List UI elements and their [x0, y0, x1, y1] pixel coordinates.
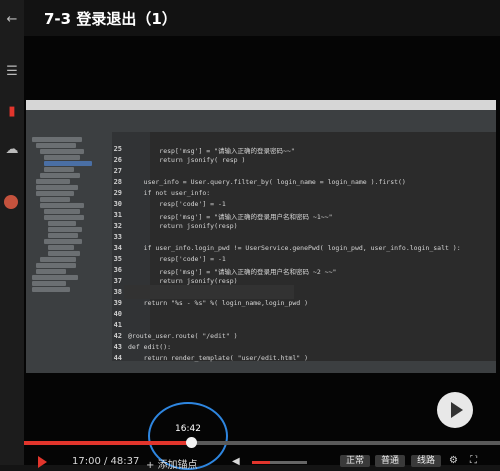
- code-line: resp['msg'] = "请输入正确的登录用户名和密码 ~1~~": [128, 213, 333, 221]
- add-point-button[interactable]: + 添加锚点: [146, 456, 198, 471]
- fullscreen-icon[interactable]: ⛶: [470, 455, 477, 466]
- ide-titlebar: [26, 100, 496, 110]
- line-number: 26: [113, 156, 122, 164]
- ide-window: [26, 100, 496, 373]
- settings-icon[interactable]: ⚙: [449, 455, 458, 466]
- line-number: 36: [113, 266, 122, 274]
- quality-button[interactable]: 普通: [375, 455, 406, 467]
- menu-icon[interactable]: ☰: [4, 64, 20, 79]
- volume-icon[interactable]: ◀: [232, 456, 240, 467]
- code-line: return jsonify(resp): [128, 277, 238, 285]
- back-arrow-icon[interactable]: ←: [4, 12, 20, 27]
- line-number: 25: [113, 145, 122, 153]
- progress-knob[interactable]: [185, 437, 197, 448]
- play-icon[interactable]: [38, 456, 47, 468]
- line-number: 39: [113, 299, 122, 307]
- ide-toolbar: [26, 110, 496, 120]
- current-line-highlight: [124, 285, 294, 299]
- code-line: return render_template( "user/edit.html"…: [128, 354, 309, 362]
- volume-level: [252, 461, 270, 464]
- line-number: 34: [113, 244, 122, 252]
- code-line: resp['code'] = -1: [128, 255, 226, 263]
- route-button[interactable]: 线路: [411, 455, 442, 467]
- play-overlay-button[interactable]: [437, 392, 473, 428]
- line-number: 44: [113, 354, 122, 362]
- line-number: 28: [113, 178, 122, 186]
- plus-icon: +: [146, 460, 158, 471]
- cloud-icon[interactable]: ☁: [4, 142, 20, 157]
- line-number: 42: [113, 332, 122, 340]
- code-line: if user_info.login_pwd != UserService.ge…: [128, 244, 461, 252]
- code-line: if not user_info:: [128, 189, 211, 197]
- code-line: @route_user.route( "/edit" ): [128, 332, 238, 340]
- line-number: 43: [113, 343, 122, 351]
- line-number: 27: [113, 167, 122, 175]
- line-number: 30: [113, 200, 122, 208]
- code-line: resp['msg'] = "请输入正确的登录用户名和密码 ~2 ~~": [128, 268, 337, 276]
- code-line: return jsonify( resp ): [128, 156, 246, 164]
- time-display: 17:00 / 48:37: [72, 456, 140, 467]
- code-line: resp['code'] = -1: [128, 200, 226, 208]
- notice-icon[interactable]: ▮: [4, 104, 20, 119]
- add-point-label: 添加锚点: [157, 460, 198, 471]
- code-line: return jsonify(resp): [128, 222, 238, 230]
- line-number: 38: [113, 288, 122, 296]
- line-number: 41: [113, 321, 122, 329]
- line-number: 32: [113, 222, 122, 230]
- line-number: 40: [113, 310, 122, 318]
- code-line: resp['msg'] = "请输入正确的登录密码~~": [128, 147, 295, 155]
- line-number: 29: [113, 189, 122, 197]
- side-rail: ← ☰ ▮ ☁: [0, 0, 24, 465]
- avatar[interactable]: [4, 195, 18, 209]
- line-number: 33: [113, 233, 122, 241]
- lesson-title: 7-3 登录退出（1）: [44, 10, 177, 28]
- code-line: return "%s - %s" %( login_name,login_pwd…: [128, 299, 309, 307]
- speed-button[interactable]: 正常: [340, 455, 371, 467]
- line-number: 31: [113, 211, 122, 219]
- ide-statusbar: [26, 361, 496, 373]
- line-number: 37: [113, 277, 122, 285]
- code-line: user_info = User.query.filter_by( login_…: [128, 178, 406, 186]
- progress-played: [24, 441, 191, 445]
- code-line: def edit():: [128, 343, 172, 351]
- line-number: 35: [113, 255, 122, 263]
